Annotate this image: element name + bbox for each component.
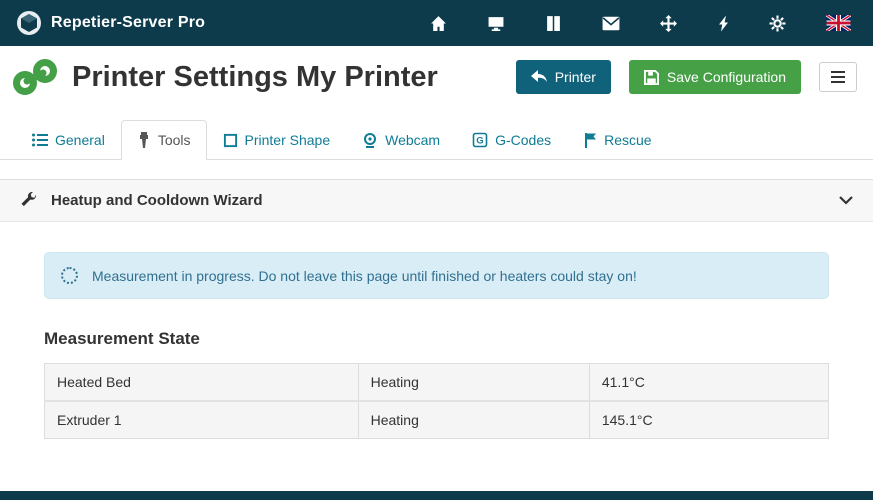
expand-icon[interactable]	[660, 15, 677, 32]
device-cell: Extruder 1	[45, 401, 359, 439]
page-title: Printer Settings My Printer	[72, 61, 438, 94]
tab-rescue[interactable]: Rescue	[567, 120, 667, 160]
bolt-icon[interactable]	[717, 15, 729, 32]
book-icon[interactable]	[545, 15, 562, 32]
save-configuration-button[interactable]: Save Configuration	[629, 60, 801, 94]
brand[interactable]: Repetier-Server Pro	[16, 10, 205, 36]
printer-icon[interactable]	[487, 15, 505, 32]
table-row: Extruder 1 Heating 145.1°C	[45, 401, 829, 439]
temperature-cell: 145.1°C	[589, 401, 828, 439]
state-cell: Heating	[358, 364, 589, 402]
tab-tools[interactable]: Tools	[121, 120, 207, 160]
home-icon[interactable]	[430, 15, 447, 32]
top-nav	[430, 15, 857, 32]
chevron-down-icon[interactable]	[839, 196, 853, 205]
panel-header[interactable]: Heatup and Cooldown Wizard	[0, 179, 873, 222]
top-header: Repetier-Server Pro	[0, 0, 873, 46]
wrench-icon	[20, 192, 37, 209]
measurement-progress-alert: Measurement in progress. Do not leave th…	[44, 252, 829, 299]
heatup-wizard-panel: Heatup and Cooldown Wizard Measurement i…	[0, 179, 873, 479]
temperature-cell: 41.1°C	[589, 364, 828, 402]
state-cell: Heating	[358, 401, 589, 439]
footer-bar	[0, 491, 873, 500]
tab-general[interactable]: General	[16, 120, 121, 160]
measurement-state-table: Heated Bed Heating 41.1°C Extruder 1 Hea…	[44, 363, 829, 439]
rescue-flag-icon	[583, 132, 597, 148]
printer-button[interactable]: Printer	[516, 60, 611, 94]
mail-icon[interactable]	[602, 15, 620, 32]
gear-icon[interactable]	[769, 15, 786, 32]
square-outline-icon	[223, 133, 238, 148]
tab-gcodes[interactable]: G G-Codes	[456, 120, 567, 160]
language-uk-flag-icon[interactable]	[826, 15, 851, 31]
panel-body: Measurement in progress. Do not leave th…	[0, 222, 873, 479]
connection-link-icon	[12, 56, 58, 98]
tab-printer-shape[interactable]: Printer Shape	[207, 120, 347, 160]
title-actions: Printer Save Configuration	[516, 60, 857, 94]
hamburger-icon	[830, 70, 846, 84]
svg-text:G: G	[476, 136, 483, 147]
repetier-logo-icon	[16, 10, 42, 36]
device-cell: Heated Bed	[45, 364, 359, 402]
menu-button[interactable]	[819, 62, 857, 92]
panel-title: Heatup and Cooldown Wizard	[51, 192, 263, 209]
tab-webcam[interactable]: Webcam	[346, 120, 456, 160]
alert-text: Measurement in progress. Do not leave th…	[92, 268, 637, 284]
webcam-icon	[362, 132, 378, 148]
table-row: Heated Bed Heating 41.1°C	[45, 364, 829, 402]
measurement-state-heading: Measurement State	[44, 329, 829, 349]
gcode-icon: G	[472, 132, 488, 148]
brand-name: Repetier-Server Pro	[51, 14, 205, 32]
spinner-icon	[61, 267, 78, 284]
back-arrow-icon	[531, 70, 547, 84]
save-icon	[644, 70, 659, 85]
tool-icon	[137, 132, 151, 148]
settings-tabs: General Tools Printer Shape Webcam G G-C…	[0, 106, 873, 160]
title-row: Printer Settings My Printer Printer Save…	[0, 46, 873, 106]
list-icon	[32, 132, 48, 148]
